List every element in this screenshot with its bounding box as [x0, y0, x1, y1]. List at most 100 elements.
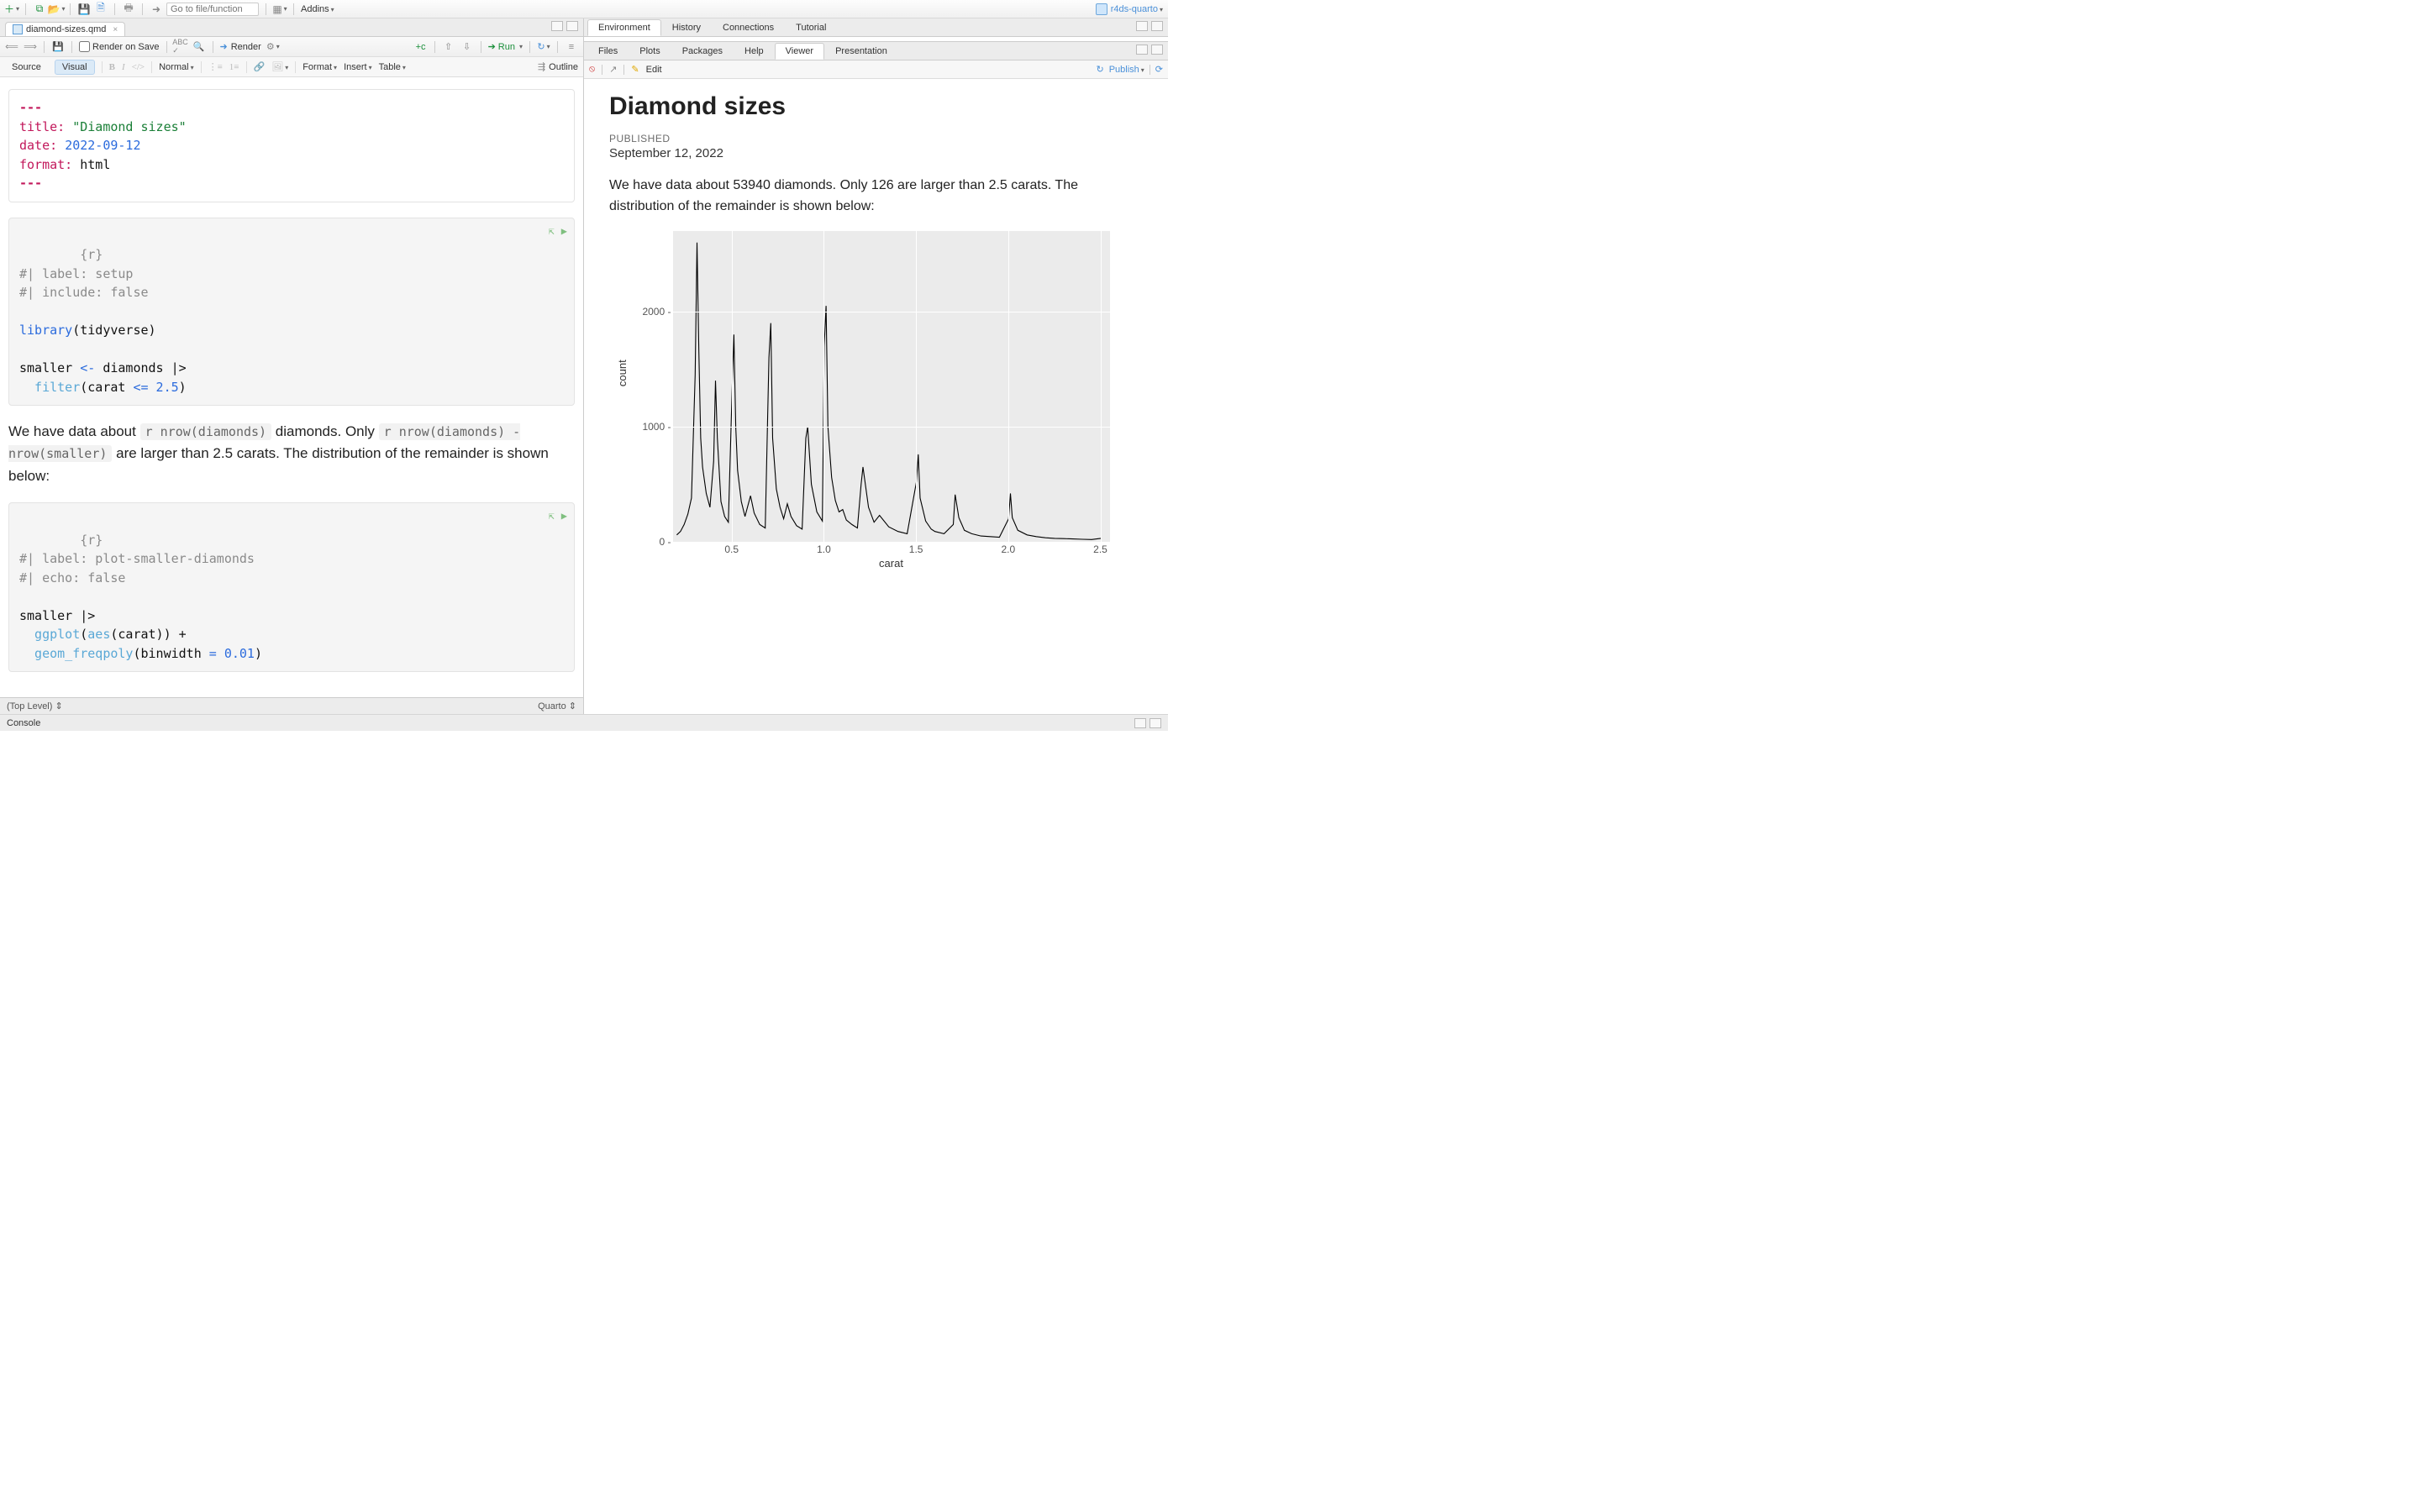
- next-chunk-icon[interactable]: ⇩: [460, 40, 474, 54]
- code-button[interactable]: </>: [132, 62, 145, 72]
- tab-connections[interactable]: Connections: [712, 19, 785, 36]
- x-tick: 1.5: [909, 543, 923, 555]
- image-button[interactable]: 🖼: [271, 61, 288, 72]
- render-options-icon[interactable]: ⚙: [266, 40, 280, 54]
- rendered-paragraph: We have data about 53940 diamonds. Only …: [609, 176, 1143, 218]
- goto-icon[interactable]: ➜: [150, 3, 163, 16]
- format-indicator[interactable]: Quarto ⇕: [538, 701, 576, 711]
- run-above-icon[interactable]: ⇱: [549, 508, 555, 523]
- goto-input[interactable]: [166, 3, 259, 16]
- editor-toolbar-1: ⟸ ⟹ 💾 Render on Save ABC✓ 🔍 ➜Render ⚙ +c…: [0, 37, 583, 57]
- panes-icon[interactable]: ▦: [273, 3, 287, 16]
- nav-forward-icon[interactable]: ⟹: [24, 40, 37, 54]
- render-button[interactable]: ➜Render: [220, 41, 261, 52]
- source-mode-button[interactable]: Source: [5, 60, 48, 74]
- tab-viewer[interactable]: Viewer: [775, 43, 824, 60]
- italic-button[interactable]: I: [122, 62, 125, 72]
- edit-icon: ✎: [631, 64, 639, 75]
- find-icon[interactable]: 🔍: [192, 40, 206, 54]
- render-on-save-checkbox[interactable]: Render on Save: [79, 41, 160, 52]
- published-date: September 12, 2022: [609, 146, 1143, 160]
- tab-plots[interactable]: Plots: [629, 43, 671, 60]
- visual-mode-button[interactable]: Visual: [55, 60, 95, 75]
- x-tick: 2.5: [1093, 543, 1107, 555]
- outline-button[interactable]: Outline: [549, 62, 578, 72]
- x-axis-label: carat: [673, 557, 1110, 570]
- inline-code-nrow: r nrow(diamonds): [140, 423, 272, 440]
- tab-presentation[interactable]: Presentation: [824, 43, 898, 60]
- tab-environment[interactable]: Environment: [587, 19, 661, 36]
- tab-packages[interactable]: Packages: [671, 43, 734, 60]
- console-tab[interactable]: Console: [7, 718, 40, 728]
- print-icon[interactable]: 🖶: [122, 3, 135, 16]
- run-above-icon[interactable]: ⇱: [549, 223, 555, 239]
- edit-button[interactable]: Edit: [646, 65, 662, 75]
- run-chunk-icon[interactable]: ▶: [561, 508, 567, 523]
- bullet-list-button[interactable]: ⋮≡: [208, 61, 223, 72]
- run-chunk-icon[interactable]: ▶: [561, 223, 567, 239]
- addins-dropdown[interactable]: Addins: [301, 4, 334, 14]
- close-tab-icon[interactable]: ×: [113, 25, 118, 34]
- minimize-pane-icon[interactable]: [1136, 21, 1148, 31]
- project-icon: [1096, 3, 1107, 15]
- tab-help[interactable]: Help: [734, 43, 775, 60]
- publish-icon[interactable]: ↻: [537, 40, 550, 54]
- tab-files[interactable]: Files: [587, 43, 629, 60]
- freqpoly-line: [673, 231, 1110, 542]
- open-file-icon[interactable]: 📂: [50, 3, 63, 16]
- run-button[interactable]: ➔ Run: [488, 41, 523, 52]
- yaml-block[interactable]: --- title: "Diamond sizes" date: 2022-09…: [8, 89, 575, 202]
- editor-toolbar-2: Source Visual B I </> Normal ⋮≡ 1≡ 🔗 🖼 F…: [0, 57, 583, 77]
- outline-toggle-icon[interactable]: ≡: [565, 40, 578, 54]
- env-tab-bar: Environment History Connections Tutorial: [584, 18, 1168, 37]
- main-toolbar: ＋ ⧉ 📂 💾 🗎 🖶 ➜ ▦ Addins r4ds-quarto: [0, 0, 1168, 18]
- maximize-console-icon[interactable]: [1150, 718, 1161, 728]
- spellcheck-icon[interactable]: ABC✓: [174, 40, 187, 54]
- project-menu[interactable]: r4ds-quarto: [1111, 4, 1163, 14]
- bold-button[interactable]: B: [109, 62, 115, 72]
- plot-area: 0.51.01.52.02.5010002000: [673, 231, 1110, 542]
- chart: count 0.51.01.52.02.5010002000 carat: [641, 231, 1112, 570]
- maximize-pane-icon[interactable]: [1151, 45, 1163, 55]
- viewer-toolbar: ⦸ ↗ ✎ Edit ↻ Publish ⟳: [584, 60, 1168, 79]
- file-tab-diamond-sizes[interactable]: diamond-sizes.qmd ×: [5, 22, 125, 36]
- x-tick: 2.0: [1001, 543, 1015, 555]
- insert-chunk-icon[interactable]: +c: [414, 40, 428, 54]
- publish-button[interactable]: Publish: [1109, 65, 1144, 75]
- minimize-console-icon[interactable]: [1134, 718, 1146, 728]
- save-icon[interactable]: 💾: [77, 3, 91, 16]
- scope-indicator[interactable]: (Top Level) ⇕: [7, 701, 63, 711]
- save-doc-icon[interactable]: 💾: [51, 40, 65, 54]
- outline-icon: ⇶: [538, 61, 545, 72]
- format-dropdown[interactable]: Format: [302, 62, 337, 72]
- prev-chunk-icon[interactable]: ⇧: [442, 40, 455, 54]
- new-project-icon[interactable]: ⧉: [33, 3, 46, 16]
- table-dropdown[interactable]: Table: [379, 62, 406, 72]
- x-tick: 1.0: [817, 543, 831, 555]
- editor-body[interactable]: --- title: "Diamond sizes" date: 2022-09…: [0, 77, 583, 697]
- save-all-icon[interactable]: 🗎: [94, 3, 108, 16]
- code-chunk-setup[interactable]: ⇱▶{r} #| label: setup #| include: false …: [8, 218, 575, 407]
- y-tick: 2000: [642, 306, 671, 318]
- popout-icon[interactable]: ↗: [609, 64, 617, 75]
- tab-history[interactable]: History: [661, 19, 712, 36]
- maximize-pane-icon[interactable]: [566, 21, 578, 31]
- maximize-pane-icon[interactable]: [1151, 21, 1163, 31]
- viewer-tab-bar: Files Plots Packages Help Viewer Present…: [584, 42, 1168, 60]
- console-tab-bar: Console: [0, 714, 1168, 731]
- minimize-pane-icon[interactable]: [1136, 45, 1148, 55]
- tab-tutorial[interactable]: Tutorial: [785, 19, 837, 36]
- refresh-icon[interactable]: ⟳: [1155, 64, 1163, 75]
- number-list-button[interactable]: 1≡: [229, 62, 239, 72]
- nav-back-icon[interactable]: ⟸: [5, 40, 18, 54]
- style-dropdown[interactable]: Normal: [159, 62, 193, 72]
- y-axis-label: count: [616, 360, 629, 386]
- code-chunk-plot[interactable]: ⇱▶{r} #| label: plot-smaller-diamonds #|…: [8, 502, 575, 672]
- minimize-pane-icon[interactable]: [551, 21, 563, 31]
- new-file-icon[interactable]: ＋: [5, 3, 18, 16]
- link-button[interactable]: 🔗: [254, 61, 266, 72]
- viewer-body: Diamond sizes PUBLISHED September 12, 20…: [584, 79, 1168, 714]
- insert-dropdown[interactable]: Insert: [344, 62, 372, 72]
- clear-viewer-icon[interactable]: ⦸: [589, 64, 595, 75]
- prose-paragraph[interactable]: We have data about r nrow(diamonds) diam…: [8, 421, 575, 487]
